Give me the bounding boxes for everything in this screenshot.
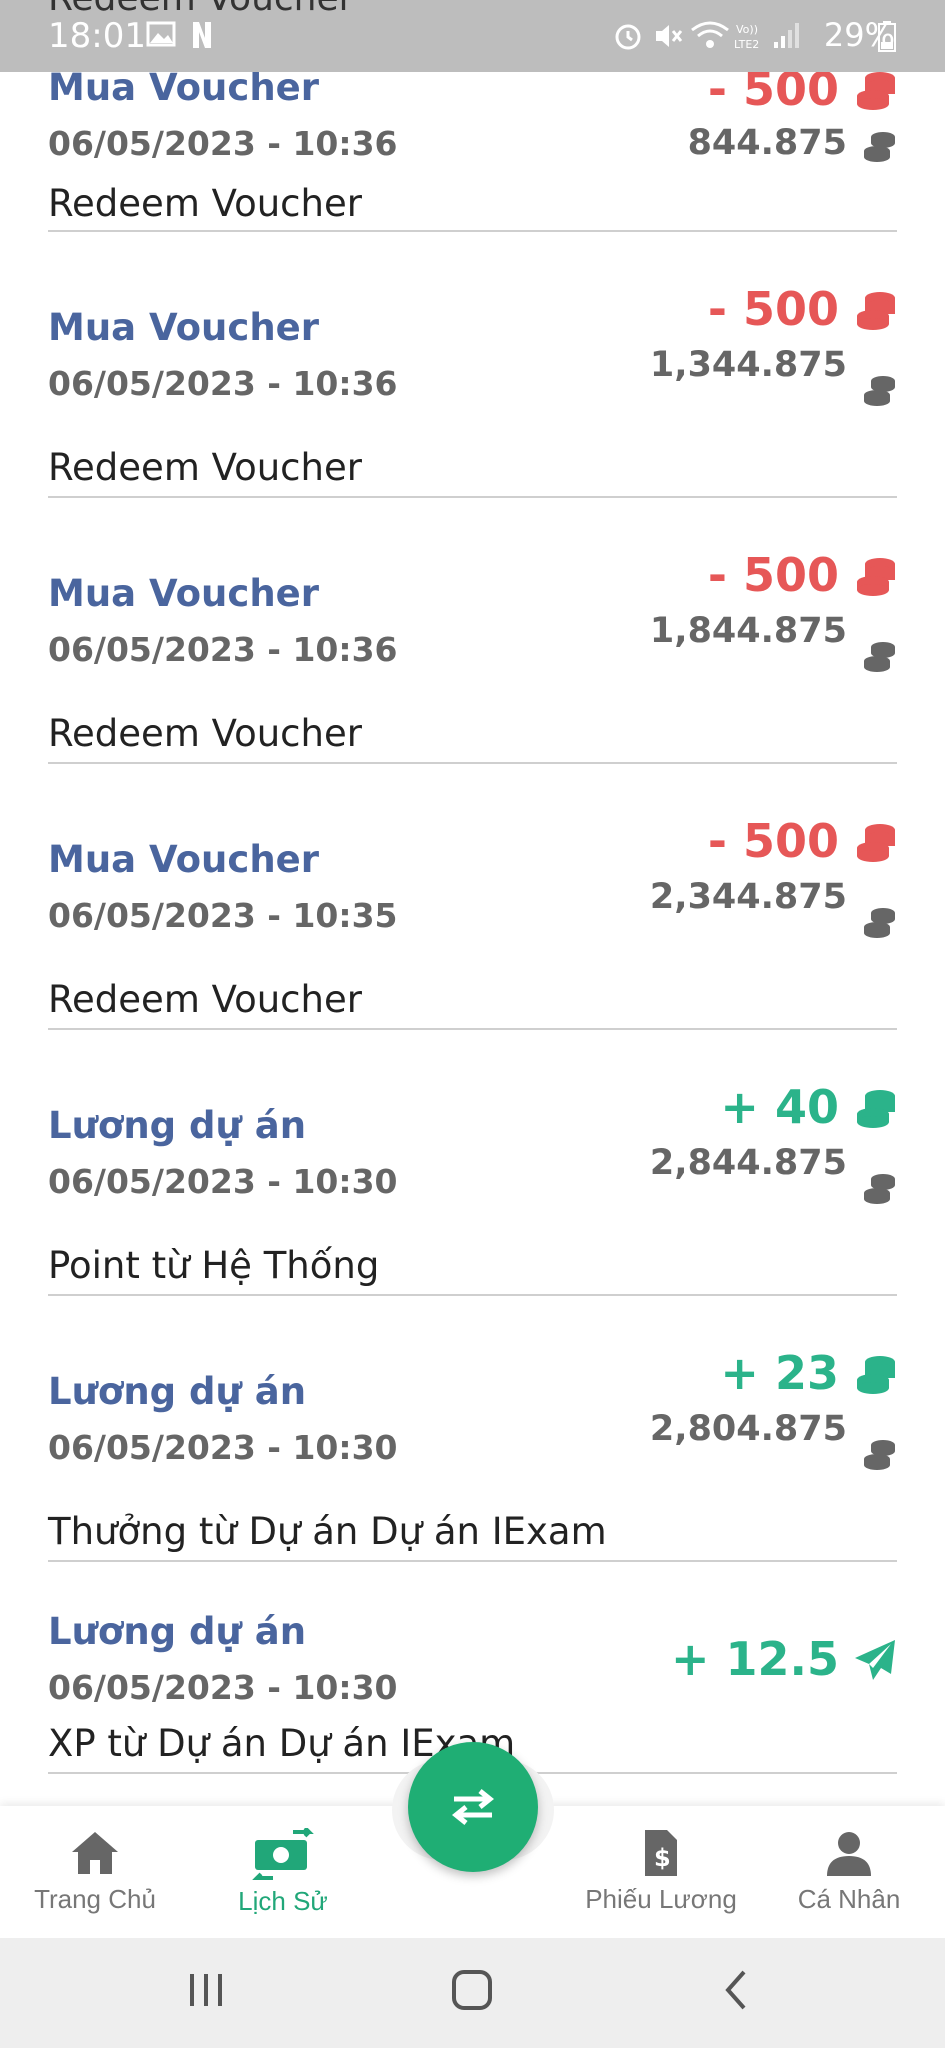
- transaction-date: 06/05/2023 - 10:36: [48, 124, 398, 163]
- coin-stack-icon: [864, 908, 895, 938]
- nav-item-history[interactable]: Lịch Sử: [188, 1828, 378, 1917]
- transaction-balance: 844.875: [687, 123, 847, 163]
- home-icon: [72, 1832, 118, 1874]
- transaction-description: Redeem Voucher: [48, 712, 362, 755]
- transaction-item[interactable]: Lương dự án 06/05/2023 - 10:30 Thưởng từ…: [48, 1296, 897, 1562]
- transaction-title: Lương dự án: [48, 1610, 307, 1653]
- transaction-item[interactable]: Mua Voucher 06/05/2023 - 10:36 Redeem Vo…: [48, 232, 897, 498]
- svg-text:Vo)): Vo)): [736, 23, 758, 36]
- image-icon: [146, 21, 176, 47]
- transaction-description: Redeem Voucher: [48, 978, 362, 1021]
- transaction-item[interactable]: Mua Voucher 06/05/2023 - 10:36 Redeem Vo…: [48, 50, 897, 232]
- n-app-icon: [193, 22, 211, 48]
- payslip-icon: $: [645, 1830, 677, 1876]
- transaction-date: 06/05/2023 - 10:35: [48, 896, 398, 935]
- coin-stack-icon: [857, 1090, 895, 1128]
- transaction-amount: - 500: [707, 814, 839, 868]
- transaction-balance: 2,844.875: [649, 1143, 847, 1183]
- transaction-item[interactable]: Mua Voucher 06/05/2023 - 10:36 Redeem Vo…: [48, 498, 897, 764]
- transaction-date: 06/05/2023 - 10:36: [48, 630, 398, 669]
- transaction-date: 06/05/2023 - 10:30: [48, 1428, 398, 1467]
- coin-stack-icon: [864, 642, 895, 672]
- back-icon[interactable]: [718, 1968, 754, 2012]
- mute-icon: [656, 25, 683, 47]
- wifi-icon: [691, 21, 729, 48]
- transaction-title: Lương dự án: [48, 1370, 307, 1413]
- nav-label-history: Lịch Sử: [238, 1886, 328, 1916]
- recent-apps-icon[interactable]: [186, 1968, 226, 2012]
- home-button-icon[interactable]: [450, 1968, 494, 2012]
- transaction-balance: 1,844.875: [649, 611, 847, 651]
- person-icon: [827, 1832, 871, 1876]
- coin-stack-icon: [864, 132, 895, 162]
- transaction-date: 06/05/2023 - 10:36: [48, 364, 398, 403]
- transaction-title: Mua Voucher: [48, 572, 319, 615]
- nav-label-payslip: Phiếu Lương: [585, 1884, 737, 1914]
- status-bar: Redeem Voucher 18:01 Vo))LTE2 29%: [0, 0, 945, 72]
- volte-icon: Vo)) LTE2: [734, 23, 759, 51]
- nav-item-home[interactable]: Trang Chủ: [0, 1828, 190, 1915]
- transaction-amount: - 500: [707, 282, 839, 336]
- coin-stack-icon: [857, 292, 895, 330]
- transaction-date: 06/05/2023 - 10:30: [48, 1162, 398, 1201]
- nav-label-home: Trang Chủ: [34, 1884, 156, 1914]
- transaction-balance: 2,344.875: [649, 877, 847, 917]
- coin-stack-icon: [864, 376, 895, 406]
- alarm-icon: [615, 24, 641, 50]
- transaction-balance: 1,344.875: [649, 345, 847, 385]
- coin-stack-icon: [864, 1174, 895, 1204]
- transaction-amount: + 12.5: [670, 1632, 839, 1686]
- signal-icon: [774, 23, 799, 48]
- transaction-title: Mua Voucher: [48, 838, 319, 881]
- system-navigation-bar: [0, 1938, 945, 2048]
- nav-label-profile: Cá Nhân: [797, 1884, 901, 1914]
- coin-stack-icon: [857, 1356, 895, 1394]
- transaction-amount: - 500: [707, 548, 839, 602]
- transaction-description: Thưởng từ Dự án Dự án IExam: [48, 1510, 607, 1553]
- transaction-balance: 2,804.875: [649, 1409, 847, 1449]
- nav-item-profile[interactable]: Cá Nhân: [754, 1828, 944, 1915]
- transfer-fab-button[interactable]: [408, 1742, 538, 1872]
- transaction-item[interactable]: Mua Voucher 06/05/2023 - 10:35 Redeem Vo…: [48, 764, 897, 1030]
- coin-stack-icon: [857, 824, 895, 862]
- transaction-item[interactable]: Lương dự án 06/05/2023 - 10:30 Point từ …: [48, 1030, 897, 1296]
- svg-text:$: $: [654, 1844, 671, 1872]
- coin-stack-icon: [857, 558, 895, 596]
- coin-stack-icon: [864, 1440, 895, 1470]
- transaction-title: Lương dự án: [48, 1104, 307, 1147]
- transaction-amount: + 40: [720, 1080, 839, 1134]
- coin-stack-icon: [857, 72, 895, 110]
- transaction-list[interactable]: Mua Voucher 06/05/2023 - 10:36 Redeem Vo…: [0, 0, 945, 1806]
- transaction-title: Mua Voucher: [48, 306, 319, 349]
- transaction-description: Redeem Voucher: [48, 446, 362, 489]
- transaction-amount: + 23: [720, 1346, 839, 1400]
- swap-arrows-icon: [451, 1789, 495, 1825]
- transaction-date: 06/05/2023 - 10:30: [48, 1668, 398, 1707]
- paper-plane-icon: [855, 1640, 895, 1680]
- transaction-description: Redeem Voucher: [48, 182, 362, 225]
- status-time: 18:01: [48, 16, 146, 56]
- nav-item-payslip[interactable]: $ Phiếu Lương: [566, 1828, 756, 1915]
- transaction-title: Mua Voucher: [48, 66, 319, 109]
- money-transfer-icon: [252, 1828, 314, 1880]
- battery-icon: [878, 21, 896, 52]
- transaction-description: Point từ Hệ Thống: [48, 1244, 380, 1287]
- svg-text:LTE2: LTE2: [734, 38, 759, 51]
